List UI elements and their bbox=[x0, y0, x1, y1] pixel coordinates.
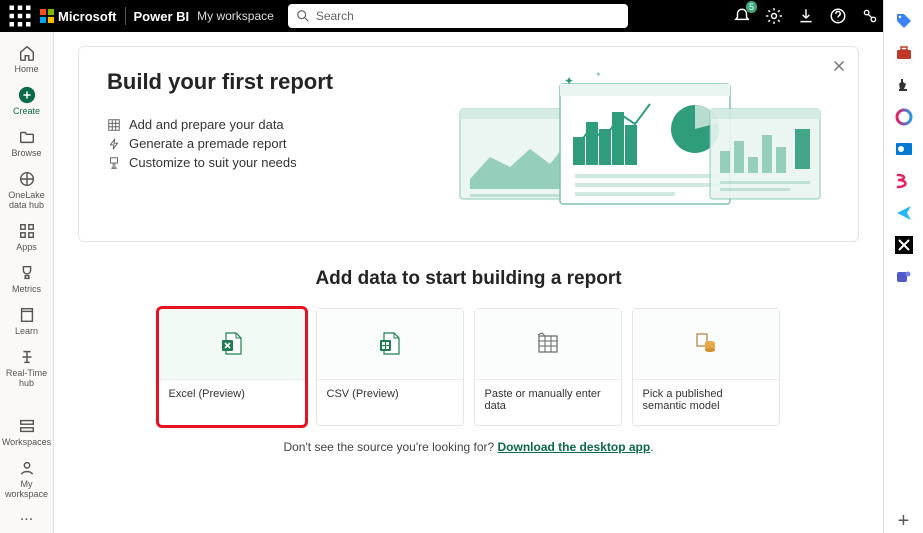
card-paste[interactable]: Paste or manually enter data bbox=[474, 308, 622, 426]
nav-label: OneLake data hub bbox=[4, 190, 50, 210]
footer-period: . bbox=[650, 440, 653, 454]
svg-text:✦: ✦ bbox=[564, 74, 574, 88]
table-icon bbox=[534, 330, 562, 358]
svg-text:✦: ✦ bbox=[595, 70, 602, 79]
outlook-icon[interactable] bbox=[895, 140, 913, 158]
nav-label: Browse bbox=[11, 148, 41, 158]
brush-icon bbox=[107, 156, 121, 170]
nav-my-workspace[interactable]: My workspace bbox=[4, 453, 50, 505]
my-workspace-icon bbox=[18, 459, 36, 477]
card-label: Paste or manually enter data bbox=[475, 379, 621, 425]
hero-card: Build your first report Add and prepare … bbox=[78, 46, 859, 242]
settings-icon[interactable] bbox=[765, 7, 783, 25]
hero-step-1: Add and prepare your data bbox=[107, 117, 333, 132]
trophy-icon bbox=[18, 264, 36, 282]
nav-label: Home bbox=[14, 64, 38, 74]
nav-label: My workspace bbox=[4, 479, 50, 499]
apps-icon bbox=[18, 222, 36, 240]
workspaces-icon bbox=[18, 417, 36, 435]
data-hub-icon bbox=[18, 170, 36, 188]
x-icon[interactable] bbox=[895, 236, 913, 254]
nav-learn[interactable]: Learn bbox=[4, 300, 50, 342]
search-placeholder: Search bbox=[316, 9, 354, 23]
nav-realtime[interactable]: Real-Time hub bbox=[4, 342, 50, 394]
footer-text: Don't see the source you're looking for?… bbox=[78, 440, 859, 454]
nav-label: Learn bbox=[15, 326, 38, 336]
nav-more[interactable]: ... bbox=[20, 505, 33, 533]
realtime-icon bbox=[18, 348, 36, 366]
grid-icon bbox=[107, 118, 121, 132]
card-label: Pick a published semantic model bbox=[633, 379, 779, 425]
card-semantic-model[interactable]: Pick a published semantic model bbox=[632, 308, 780, 426]
hero-title: Build your first report bbox=[107, 69, 333, 95]
nav-label: Create bbox=[13, 106, 40, 116]
nav-onelake[interactable]: OneLake data hub bbox=[4, 164, 50, 216]
nav-workspaces[interactable]: Workspaces bbox=[4, 411, 50, 453]
card-excel[interactable]: Excel (Preview) bbox=[158, 308, 306, 426]
right-sidebar: + bbox=[883, 0, 923, 533]
workspace-breadcrumb[interactable]: My workspace bbox=[197, 9, 274, 23]
nav-label: Real-Time hub bbox=[4, 368, 50, 388]
left-nav: Home Create Browse OneLake data hub Apps… bbox=[0, 32, 54, 533]
hero-step-3: Customize to suit your needs bbox=[107, 155, 333, 170]
send-icon[interactable] bbox=[895, 204, 913, 222]
step-label: Add and prepare your data bbox=[129, 117, 284, 132]
nav-create[interactable]: Create bbox=[4, 80, 50, 122]
tag-icon[interactable] bbox=[895, 12, 913, 30]
product-brand[interactable]: Power BI bbox=[134, 9, 190, 24]
nav-label: Apps bbox=[16, 242, 37, 252]
teams-icon[interactable] bbox=[895, 268, 913, 286]
chess-icon[interactable] bbox=[895, 76, 913, 94]
data-source-cards: Excel (Preview) CSV (Preview) Paste or m… bbox=[78, 308, 859, 426]
add-app-icon[interactable]: + bbox=[898, 510, 910, 533]
notifications-icon[interactable]: 5 bbox=[733, 7, 751, 25]
step-label: Customize to suit your needs bbox=[129, 155, 297, 170]
divider bbox=[125, 7, 126, 25]
power-icon[interactable] bbox=[895, 172, 913, 190]
nav-apps[interactable]: Apps bbox=[4, 216, 50, 258]
notification-badge: 5 bbox=[746, 1, 757, 13]
folder-icon bbox=[18, 128, 36, 146]
excel-icon bbox=[218, 330, 246, 358]
search-icon bbox=[296, 9, 310, 23]
hero-step-2: Generate a premade report bbox=[107, 136, 333, 151]
close-icon[interactable] bbox=[830, 57, 848, 75]
app-launcher-icon[interactable] bbox=[8, 4, 32, 28]
nav-browse[interactable]: Browse bbox=[4, 122, 50, 164]
database-icon bbox=[692, 330, 720, 358]
nav-label: Metrics bbox=[12, 284, 41, 294]
search-input[interactable]: Search bbox=[288, 4, 628, 28]
download-icon[interactable] bbox=[797, 7, 815, 25]
plus-circle-icon bbox=[18, 86, 36, 104]
book-icon bbox=[18, 306, 36, 324]
nav-metrics[interactable]: Metrics bbox=[4, 258, 50, 300]
help-icon[interactable] bbox=[829, 7, 847, 25]
step-label: Generate a premade report bbox=[129, 136, 287, 151]
nav-home[interactable]: Home bbox=[4, 38, 50, 80]
nav-label: Workspaces bbox=[2, 437, 51, 447]
lightning-icon bbox=[107, 137, 121, 151]
section-title: Add data to start building a report bbox=[78, 268, 859, 290]
copilot-icon[interactable] bbox=[895, 108, 913, 126]
briefcase-icon[interactable] bbox=[895, 44, 913, 62]
hero-illustration: ✦✦ bbox=[333, 69, 830, 219]
microsoft-logo: Microsoft bbox=[40, 9, 117, 24]
card-label: Excel (Preview) bbox=[159, 379, 305, 425]
main-content: Build your first report Add and prepare … bbox=[54, 32, 883, 533]
card-csv[interactable]: CSV (Preview) bbox=[316, 308, 464, 426]
home-icon bbox=[18, 44, 36, 62]
microsoft-label: Microsoft bbox=[58, 9, 117, 24]
download-desktop-link[interactable]: Download the desktop app bbox=[498, 440, 651, 454]
feedback-icon[interactable] bbox=[861, 7, 879, 25]
card-label: CSV (Preview) bbox=[317, 379, 463, 425]
footer-prefix: Don't see the source you're looking for? bbox=[283, 440, 497, 454]
top-bar: Microsoft Power BI My workspace Search 5 bbox=[0, 0, 923, 32]
csv-icon bbox=[376, 330, 404, 358]
